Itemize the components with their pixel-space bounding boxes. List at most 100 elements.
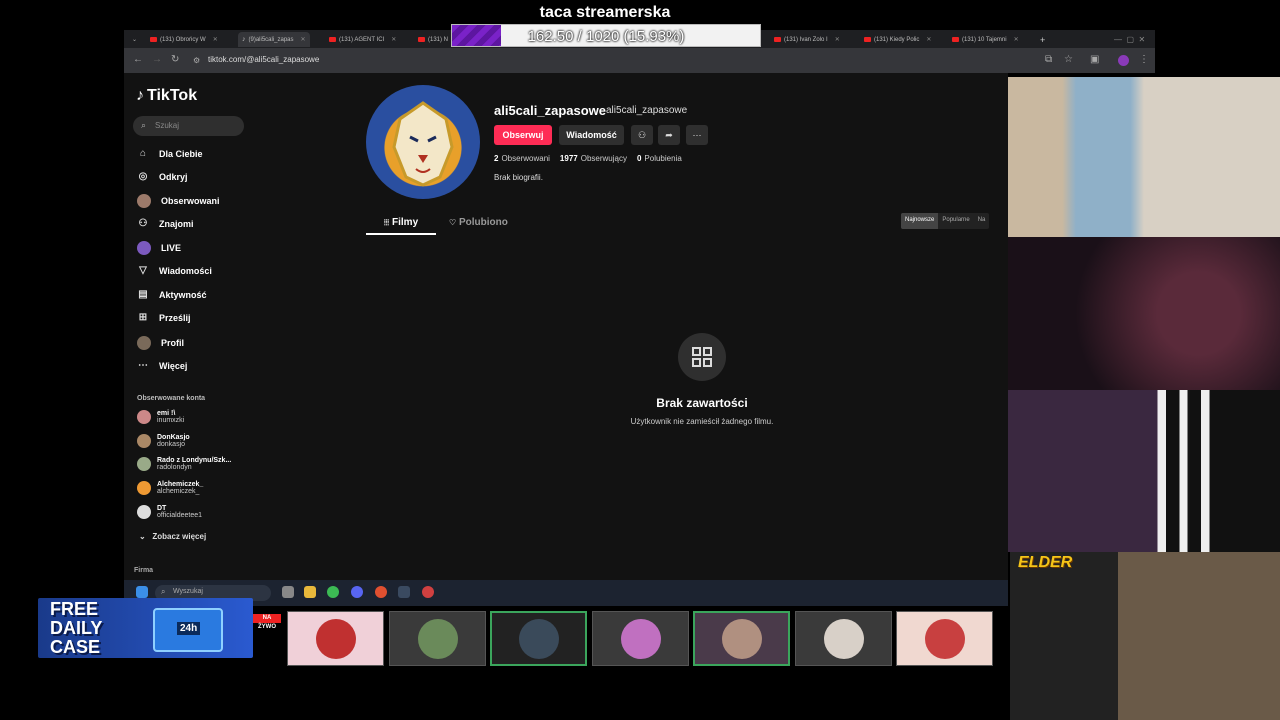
back-icon[interactable]: ← — [133, 54, 143, 65]
profile-avatar-icon[interactable] — [1118, 55, 1129, 66]
nav-item-profile[interactable]: Profil — [137, 336, 184, 350]
users-icon: ⚇ — [138, 218, 148, 229]
nav-item-live[interactable]: LIVE — [137, 241, 181, 255]
followed-account[interactable]: Alchemiczek_ alchemiczek_ — [137, 481, 203, 495]
webcam-3 — [1008, 390, 1280, 552]
message-button[interactable]: Wiadomość — [559, 125, 624, 145]
home-icon: ⌂ — [139, 148, 147, 159]
close-icon[interactable]: ✕ — [213, 36, 218, 43]
webcam-4: ELDER — [1010, 552, 1280, 720]
extensions-icon[interactable]: ▣ — [1090, 54, 1099, 65]
reload-icon[interactable]: ↻ — [171, 54, 179, 65]
nav-item-upload[interactable]: ⊞ Prześlij — [137, 312, 191, 324]
chevron-down-icon: ⌄ — [139, 532, 146, 541]
sort-newest[interactable]: Najnowsze — [901, 213, 939, 229]
close-icon[interactable]: ✕ — [391, 36, 396, 43]
profile-bio: Brak biografii. — [494, 173, 543, 182]
browser-tab[interactable]: (131) Kiedy Polic ✕ — [864, 32, 931, 47]
forward-icon[interactable]: → — [152, 54, 162, 65]
search-icon: ⌕ — [161, 587, 166, 596]
upload-icon: ⊞ — [138, 312, 148, 323]
browser-tab[interactable]: (131) Ivan Zolo I ✕ — [774, 32, 840, 47]
follow-button[interactable]: Obserwuj — [494, 125, 552, 145]
message-icon: ▽ — [139, 265, 147, 276]
browser-tab[interactable]: (131) AGENT ICI ✕ — [329, 32, 396, 47]
lion-image — [392, 101, 454, 187]
nav-item-activity[interactable]: ▤ Aktywność — [137, 289, 206, 301]
tiktok-logo[interactable]: ♪ TikTok — [136, 87, 197, 105]
tiktok-page: ♪ TikTok ⌕ Szukaj ⌂ Dla Ciebie ◎ Odkryj Obse… — [124, 73, 1008, 580]
more-options-icon[interactable]: ⋯ — [686, 125, 708, 145]
tiktok-icon: ♪ — [136, 87, 144, 104]
live-badge: NA ŻYWO — [253, 614, 281, 630]
tab-arrow[interactable]: ⌄ — [132, 32, 137, 47]
following-stat[interactable]: 2 Obserwowani — [494, 154, 550, 163]
see-more-button[interactable]: ⌄ Zobacz więcej — [139, 532, 206, 541]
followed-account[interactable]: DT officialdeetee1 — [137, 505, 202, 519]
app-icon[interactable] — [398, 586, 410, 598]
windows-taskbar: ⌕ Wyszukaj — [124, 580, 1008, 606]
call-participant-tile — [896, 611, 993, 666]
site-info-icon[interactable]: ⚙ — [193, 56, 200, 65]
call-participant-tile — [693, 611, 790, 666]
donation-goal-bar: 162.50 / 1020 (15.93%) — [451, 24, 761, 47]
nav-item-messages[interactable]: ▽ Wiadomości — [137, 265, 212, 277]
browser-tab-active[interactable]: ♪ (9)ali5cali_zapas ✕ — [238, 32, 310, 47]
share-icon[interactable]: ➦ — [658, 125, 680, 145]
obs-icon[interactable] — [422, 586, 434, 598]
compass-icon: ◎ — [138, 171, 148, 182]
avatar-icon — [137, 194, 151, 208]
followed-account[interactable]: emi !\ inumxzki — [137, 410, 184, 424]
add-friend-icon[interactable]: ⚇ — [631, 125, 653, 145]
heart-icon: ♡ — [449, 218, 457, 227]
search-input[interactable]: ⌕ Szukaj — [133, 116, 244, 136]
webcam-2 — [1008, 237, 1280, 390]
app-icon[interactable] — [375, 586, 387, 598]
chrome-icon[interactable] — [327, 586, 339, 598]
participant-avatar — [620, 618, 661, 659]
tab-videos[interactable]: ⦙⦙⦙ Filmy — [366, 213, 436, 235]
browser-tab[interactable]: (131) Obrońcy W ✕ — [150, 32, 218, 47]
file-explorer-icon[interactable] — [304, 586, 316, 598]
search-icon: ⌕ — [141, 120, 147, 130]
streamer-logo: ELDER — [1018, 554, 1073, 571]
browser-tab[interactable]: (131) N — [418, 32, 448, 47]
close-icon[interactable]: ✕ — [926, 36, 931, 43]
followed-account[interactable]: DonKasjo donkasjo — [137, 434, 190, 448]
followed-account[interactable]: Rado z Londynu/Szk... radolondyn — [137, 457, 231, 471]
tab-liked[interactable]: ♡ Polubiono — [449, 217, 508, 228]
new-tab-button[interactable]: + — [1040, 32, 1045, 47]
call-participant-tile — [389, 611, 486, 666]
window-controls[interactable]: — ▢ ✕ — [1114, 32, 1145, 47]
empty-state-subtitle: Użytkownik nie zamieścił żadnego filmu. — [630, 417, 774, 426]
discord-icon[interactable] — [351, 586, 363, 598]
goal-progress-text: 162.50 / 1020 (15.93%) — [527, 28, 685, 45]
avatar — [137, 457, 151, 471]
menu-icon[interactable]: ⋮ — [1139, 54, 1149, 65]
followers-stat[interactable]: 1977 Obserwujący — [560, 154, 627, 163]
browser-toolbar: ← → ↻ ⚙ tiktok.com/@ali5cali_zapasowe ⧉ … — [124, 48, 1155, 73]
windows-start-icon[interactable] — [136, 586, 148, 598]
close-icon[interactable]: ✕ — [1014, 36, 1019, 43]
nav-item-explore[interactable]: ◎ Odkryj — [137, 171, 188, 183]
star-icon[interactable]: ☆ — [1064, 54, 1073, 65]
company-link[interactable]: Firma — [134, 567, 153, 574]
nav-item-following[interactable]: Obserwowani — [137, 194, 220, 208]
task-view-icon[interactable] — [282, 586, 294, 598]
nav-item-for-you[interactable]: ⌂ Dla Ciebie — [137, 148, 203, 160]
install-icon[interactable]: ⧉ — [1045, 54, 1052, 65]
browser-tab[interactable]: (131) 10 Tajemni ✕ — [952, 32, 1019, 47]
address-bar[interactable]: tiktok.com/@ali5cali_zapasowe — [208, 55, 319, 64]
participant-avatar — [315, 618, 356, 659]
nav-item-friends[interactable]: ⚇ Znajomi — [137, 218, 194, 230]
sort-popular[interactable]: Popularne — [938, 213, 973, 229]
nav-item-more[interactable]: ⋯ Więcej — [137, 360, 187, 372]
close-icon[interactable]: ✕ — [301, 36, 306, 43]
sort-oldest[interactable]: Na — [974, 213, 990, 229]
close-icon[interactable]: ✕ — [835, 36, 840, 43]
followed-accounts-title: Obserwowane konta — [137, 395, 206, 402]
avatar — [137, 505, 151, 519]
free-daily-case-banner: FREE DAILY CASE 24h — [38, 598, 253, 658]
participant-avatar — [823, 618, 864, 659]
grid-icon: ⦙⦙⦙ — [383, 218, 390, 227]
